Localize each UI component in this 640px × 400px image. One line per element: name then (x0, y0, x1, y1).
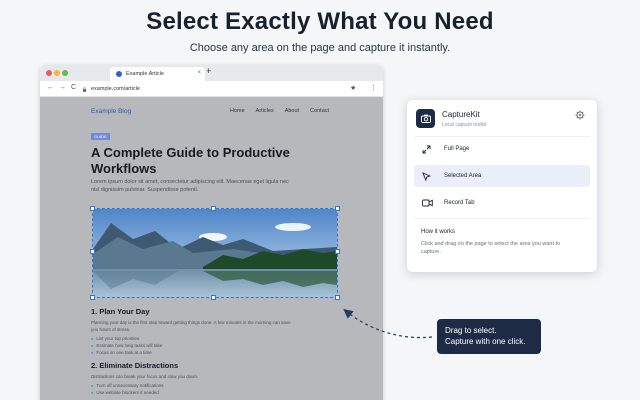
tooltip-line: Drag to select. (445, 326, 497, 335)
drag-tooltip: Drag to select. Capture with one click. (437, 319, 541, 354)
pointer-arrow-icon (343, 309, 433, 339)
tooltip-line: Capture with one click. (445, 337, 526, 346)
